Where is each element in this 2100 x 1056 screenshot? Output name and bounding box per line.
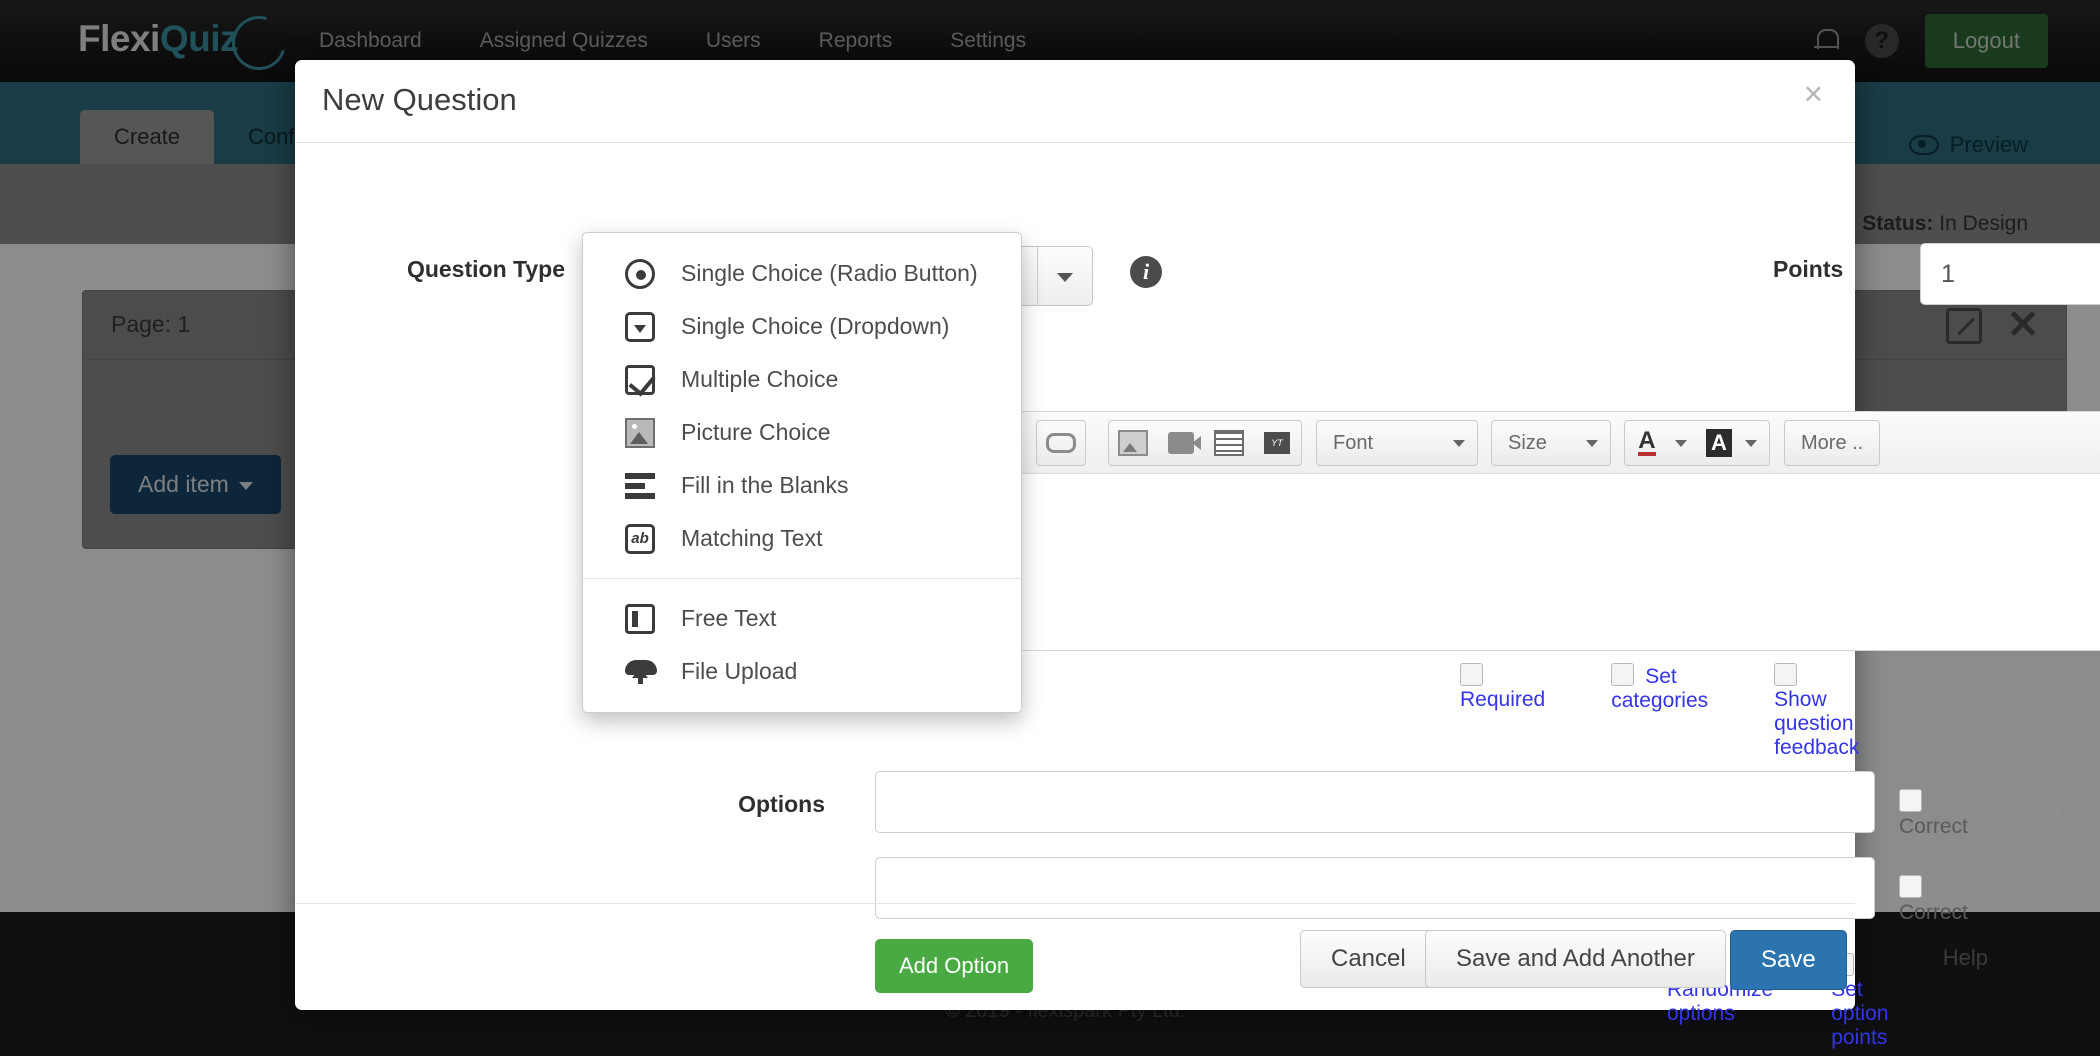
video-icon[interactable] <box>1157 421 1205 465</box>
toolbar-group-link <box>1036 420 1086 466</box>
checkbox-icon <box>625 365 655 395</box>
app-root: FlexiQuiz Dashboard Assigned Quizzes Use… <box>0 0 2100 1056</box>
dropdown-icon <box>625 312 655 342</box>
dropdown-item-single-choice-dropdown[interactable]: Single Choice (Dropdown) <box>583 300 1021 353</box>
dropdown-item-label: Free Text <box>681 605 776 632</box>
flag-required-label[interactable]: Required <box>1460 688 1545 711</box>
chevron-down-icon <box>1586 440 1598 447</box>
dropdown-item-label: File Upload <box>681 658 797 685</box>
modal-body: Question Type Single Choice (Radio Butto… <box>295 143 1855 933</box>
dropdown-item-multiple-choice[interactable]: Multiple Choice <box>583 353 1021 406</box>
text-color-icon[interactable]: A <box>1625 421 1669 465</box>
dropdown-item-label: Multiple Choice <box>681 366 838 393</box>
checkbox-icon[interactable] <box>1899 789 1922 812</box>
question-type-label: Question Type <box>325 256 565 283</box>
chevron-down-icon[interactable] <box>1745 440 1757 447</box>
info-icon[interactable]: i <box>1130 256 1162 288</box>
checkbox-icon[interactable] <box>1460 663 1483 686</box>
highlight-color-icon[interactable]: A <box>1699 421 1739 465</box>
picture-icon <box>625 418 655 448</box>
radio-button-icon <box>625 259 655 289</box>
dropdown-item-picture-choice[interactable]: Picture Choice <box>583 406 1021 459</box>
size-label: Size <box>1492 432 1563 455</box>
free-text-icon <box>625 604 655 634</box>
dropdown-item-label: Single Choice (Radio Button) <box>681 260 978 287</box>
dropdown-item-file-upload[interactable]: File Upload <box>583 645 1021 698</box>
dropdown-item-fill-in-the-blanks[interactable]: Fill in the Blanks <box>583 459 1021 512</box>
save-and-add-another-button[interactable]: Save and Add Another <box>1425 930 1726 988</box>
image-icon[interactable] <box>1109 421 1157 465</box>
dropdown-separator <box>583 578 1021 579</box>
dropdown-item-label: Fill in the Blanks <box>681 472 848 499</box>
checkbox-icon[interactable] <box>1899 875 1922 898</box>
editor-toolbar: YT Font Size A A <box>876 412 2100 474</box>
more-button[interactable]: More .. <box>1784 420 1880 466</box>
checkbox-icon[interactable] <box>1611 663 1634 686</box>
flag-set-categories[interactable]: Set categories <box>1611 663 1708 760</box>
dropdown-item-label: Single Choice (Dropdown) <box>681 313 949 340</box>
points-input[interactable] <box>1920 243 2100 305</box>
remove-option-icon[interactable] <box>2033 873 2063 903</box>
youtube-icon[interactable]: YT <box>1253 421 1301 465</box>
option-correct-2[interactable]: Correct <box>1899 875 1968 925</box>
close-icon[interactable]: × <box>1798 76 1829 111</box>
question-editor[interactable]: YT Font Size A A <box>875 411 2100 651</box>
ab-icon: ab <box>625 524 655 554</box>
table-icon[interactable] <box>1205 421 1253 465</box>
checkbox-icon[interactable] <box>1774 663 1797 686</box>
link-icon[interactable] <box>1037 421 1085 465</box>
dropdown-item-single-choice-radio[interactable]: Single Choice (Radio Button) <box>583 247 1021 300</box>
option-correct-label-1: Correct <box>1899 815 1968 838</box>
font-label: Font <box>1317 432 1389 455</box>
text-color-label: A <box>1638 430 1655 457</box>
remove-option-icon[interactable] <box>2033 787 2063 817</box>
option-correct-label-2: Correct <box>1899 901 1968 924</box>
save-button[interactable]: Save <box>1730 930 1847 990</box>
dropdown-item-matching-text[interactable]: ab Matching Text <box>583 512 1021 565</box>
dropdown-item-label: Matching Text <box>681 525 822 552</box>
option-correct-1[interactable]: Correct <box>1899 789 1968 839</box>
chevron-down-icon[interactable] <box>1037 247 1092 305</box>
highlight-label: A <box>1706 429 1732 457</box>
flag-required[interactable]: Required <box>1460 663 1545 760</box>
chevron-down-icon[interactable] <box>1675 440 1687 447</box>
chevron-down-icon <box>1453 440 1465 447</box>
toolbar-group-media: YT <box>1108 420 1302 466</box>
dropdown-item-free-text[interactable]: Free Text <box>583 592 1021 645</box>
lines-icon <box>625 471 655 501</box>
option-input-1[interactable] <box>875 771 1875 833</box>
points-label: Points <box>1773 256 1843 283</box>
font-size-select[interactable]: Size <box>1491 420 1611 466</box>
options-label: Options <box>325 791 825 818</box>
modal-title: New Question <box>322 82 517 118</box>
question-flags-row: Required Set categories Show question fe… <box>1460 663 1859 760</box>
flag-show-question-feedback[interactable]: Show question feedback <box>1774 663 1859 760</box>
cloud-upload-icon <box>625 658 655 686</box>
cancel-button[interactable]: Cancel <box>1300 930 1437 988</box>
font-family-select[interactable]: Font <box>1316 420 1478 466</box>
modal-header: New Question × <box>295 60 1855 143</box>
question-type-dropdown-menu: Single Choice (Radio Button) Single Choi… <box>582 232 1022 713</box>
modal-footer: Cancel Save and Add Another Save <box>295 903 1855 1010</box>
flag-show-question-feedback-label[interactable]: Show question feedback <box>1774 688 1859 759</box>
toolbar-group-color: A A <box>1624 420 1770 466</box>
new-question-modal: New Question × Question Type Single Choi… <box>295 60 1855 1010</box>
more-label: More .. <box>1785 432 1879 455</box>
dropdown-item-label: Picture Choice <box>681 419 831 446</box>
